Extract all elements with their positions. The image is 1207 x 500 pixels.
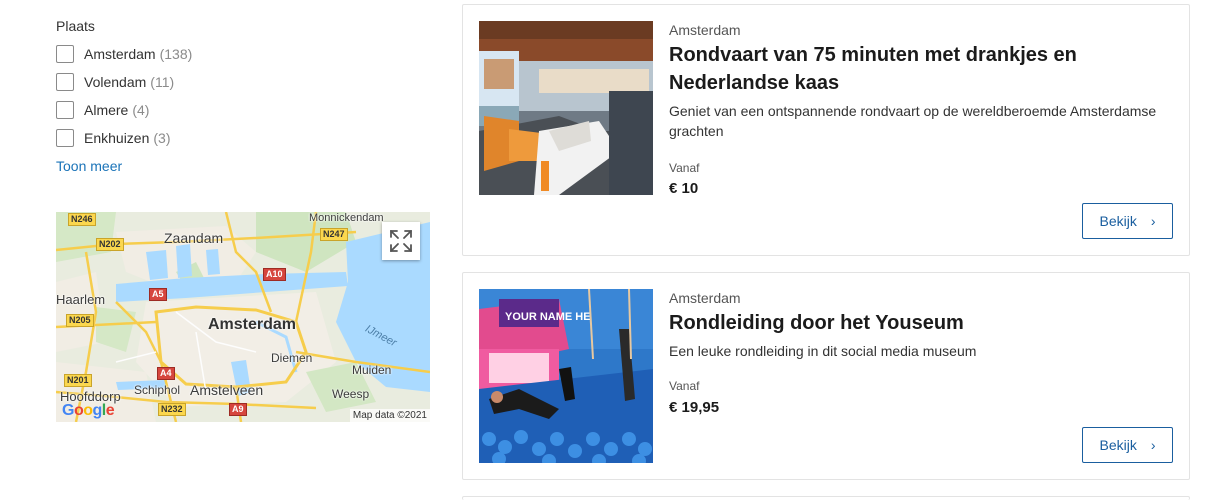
filter-option-count: (138)	[159, 46, 193, 62]
show-more-link[interactable]: Toon meer	[56, 158, 296, 174]
road-label: N201	[64, 374, 92, 387]
filter-title: Plaats	[56, 18, 95, 34]
filter-option-label: Amsterdam	[84, 46, 156, 62]
view-button-label: Bekijk	[1099, 213, 1137, 229]
activity-card[interactable]: YOUR NAME HE Amsterdam Rondleiding door …	[462, 272, 1190, 480]
place-filter: Plaats Amsterdam (138) Volendam (11) Alm…	[56, 18, 296, 174]
filter-option-label: Enkhuizen	[84, 130, 150, 146]
chevron-right-icon: ›	[1150, 437, 1156, 453]
map-label-schiphol: Schiphol	[134, 383, 181, 397]
card-title[interactable]: Rondleiding door het Youseum	[669, 309, 1173, 337]
map-label-haarlem: Haarlem	[56, 292, 106, 307]
map-attribution[interactable]: Map data ©2021	[349, 409, 430, 422]
checkbox[interactable]	[56, 101, 74, 119]
map-label-amstelveen: Amstelveen	[190, 382, 264, 398]
price: € 10	[669, 180, 699, 197]
filter-option-almere[interactable]: Almere (4)	[56, 96, 296, 124]
view-button[interactable]: Bekijk ›	[1082, 203, 1173, 239]
filter-option-volendam[interactable]: Volendam (11)	[56, 68, 296, 96]
road-label: N232	[158, 403, 186, 416]
road-label: A5	[149, 288, 167, 301]
road-label: N246	[68, 213, 96, 226]
view-button-label: Bekijk	[1099, 437, 1137, 453]
checkbox[interactable]	[56, 129, 74, 147]
map-label-diemen: Diemen	[271, 351, 313, 365]
activity-image[interactable]: YOUR NAME HE	[479, 289, 653, 463]
map-label-zaandam: Zaandam	[164, 230, 224, 246]
map-widget[interactable]: N246 N202 N247 A10 A5 N205 N201 A4 N232 …	[56, 212, 430, 422]
price: € 19,95	[669, 399, 720, 416]
map-label-monnickendam: Monnickendam	[309, 212, 384, 224]
card-description: Een leuke rondleiding in dit social medi…	[669, 343, 977, 359]
image-sign-text: YOUR NAME HE	[505, 311, 591, 323]
card-body: Amsterdam Rondleiding door het Youseum E…	[669, 289, 1173, 361]
card-description: Geniet van een ontspannende rondvaart op…	[669, 103, 1157, 139]
price-prefix: Vanaf	[669, 379, 700, 393]
filter-option-count: (3)	[153, 130, 171, 146]
activity-image[interactable]	[479, 21, 653, 195]
road-label: A4	[157, 367, 175, 380]
card-location: Amsterdam	[669, 22, 741, 38]
filter-option-count: (4)	[132, 102, 150, 118]
card-location: Amsterdam	[669, 290, 741, 306]
map-label-muiden: Muiden	[352, 363, 392, 377]
filter-option-amsterdam[interactable]: Amsterdam (138)	[56, 40, 296, 68]
activity-card[interactable]	[462, 496, 1190, 500]
price-prefix: Vanaf	[669, 161, 700, 175]
map-label-weesp: Weesp	[332, 387, 370, 401]
map-label-amsterdam: Amsterdam	[208, 316, 297, 333]
road-label: A9	[229, 403, 247, 416]
google-logo: Google	[62, 402, 115, 419]
road-label: N205	[66, 314, 94, 327]
view-button[interactable]: Bekijk ›	[1082, 427, 1173, 463]
filter-option-enkhuizen[interactable]: Enkhuizen (3)	[56, 124, 296, 152]
filter-option-count: (11)	[150, 74, 175, 90]
map-expand-button[interactable]	[382, 222, 420, 260]
chevron-right-icon: ›	[1150, 213, 1156, 229]
road-label: A10	[263, 268, 286, 281]
filter-option-label: Volendam	[84, 74, 147, 90]
card-body: Amsterdam Rondvaart van 75 minuten met d…	[669, 21, 1173, 141]
filter-option-label: Almere	[84, 102, 129, 118]
checkbox[interactable]	[56, 73, 74, 91]
checkbox[interactable]	[56, 45, 74, 63]
road-label: N202	[96, 238, 124, 251]
expand-arrows-icon	[390, 230, 412, 252]
road-label: N247	[320, 228, 348, 241]
card-title[interactable]: Rondvaart van 75 minuten met drankjes en…	[669, 41, 1173, 97]
activity-card[interactable]: Amsterdam Rondvaart van 75 minuten met d…	[462, 4, 1190, 256]
